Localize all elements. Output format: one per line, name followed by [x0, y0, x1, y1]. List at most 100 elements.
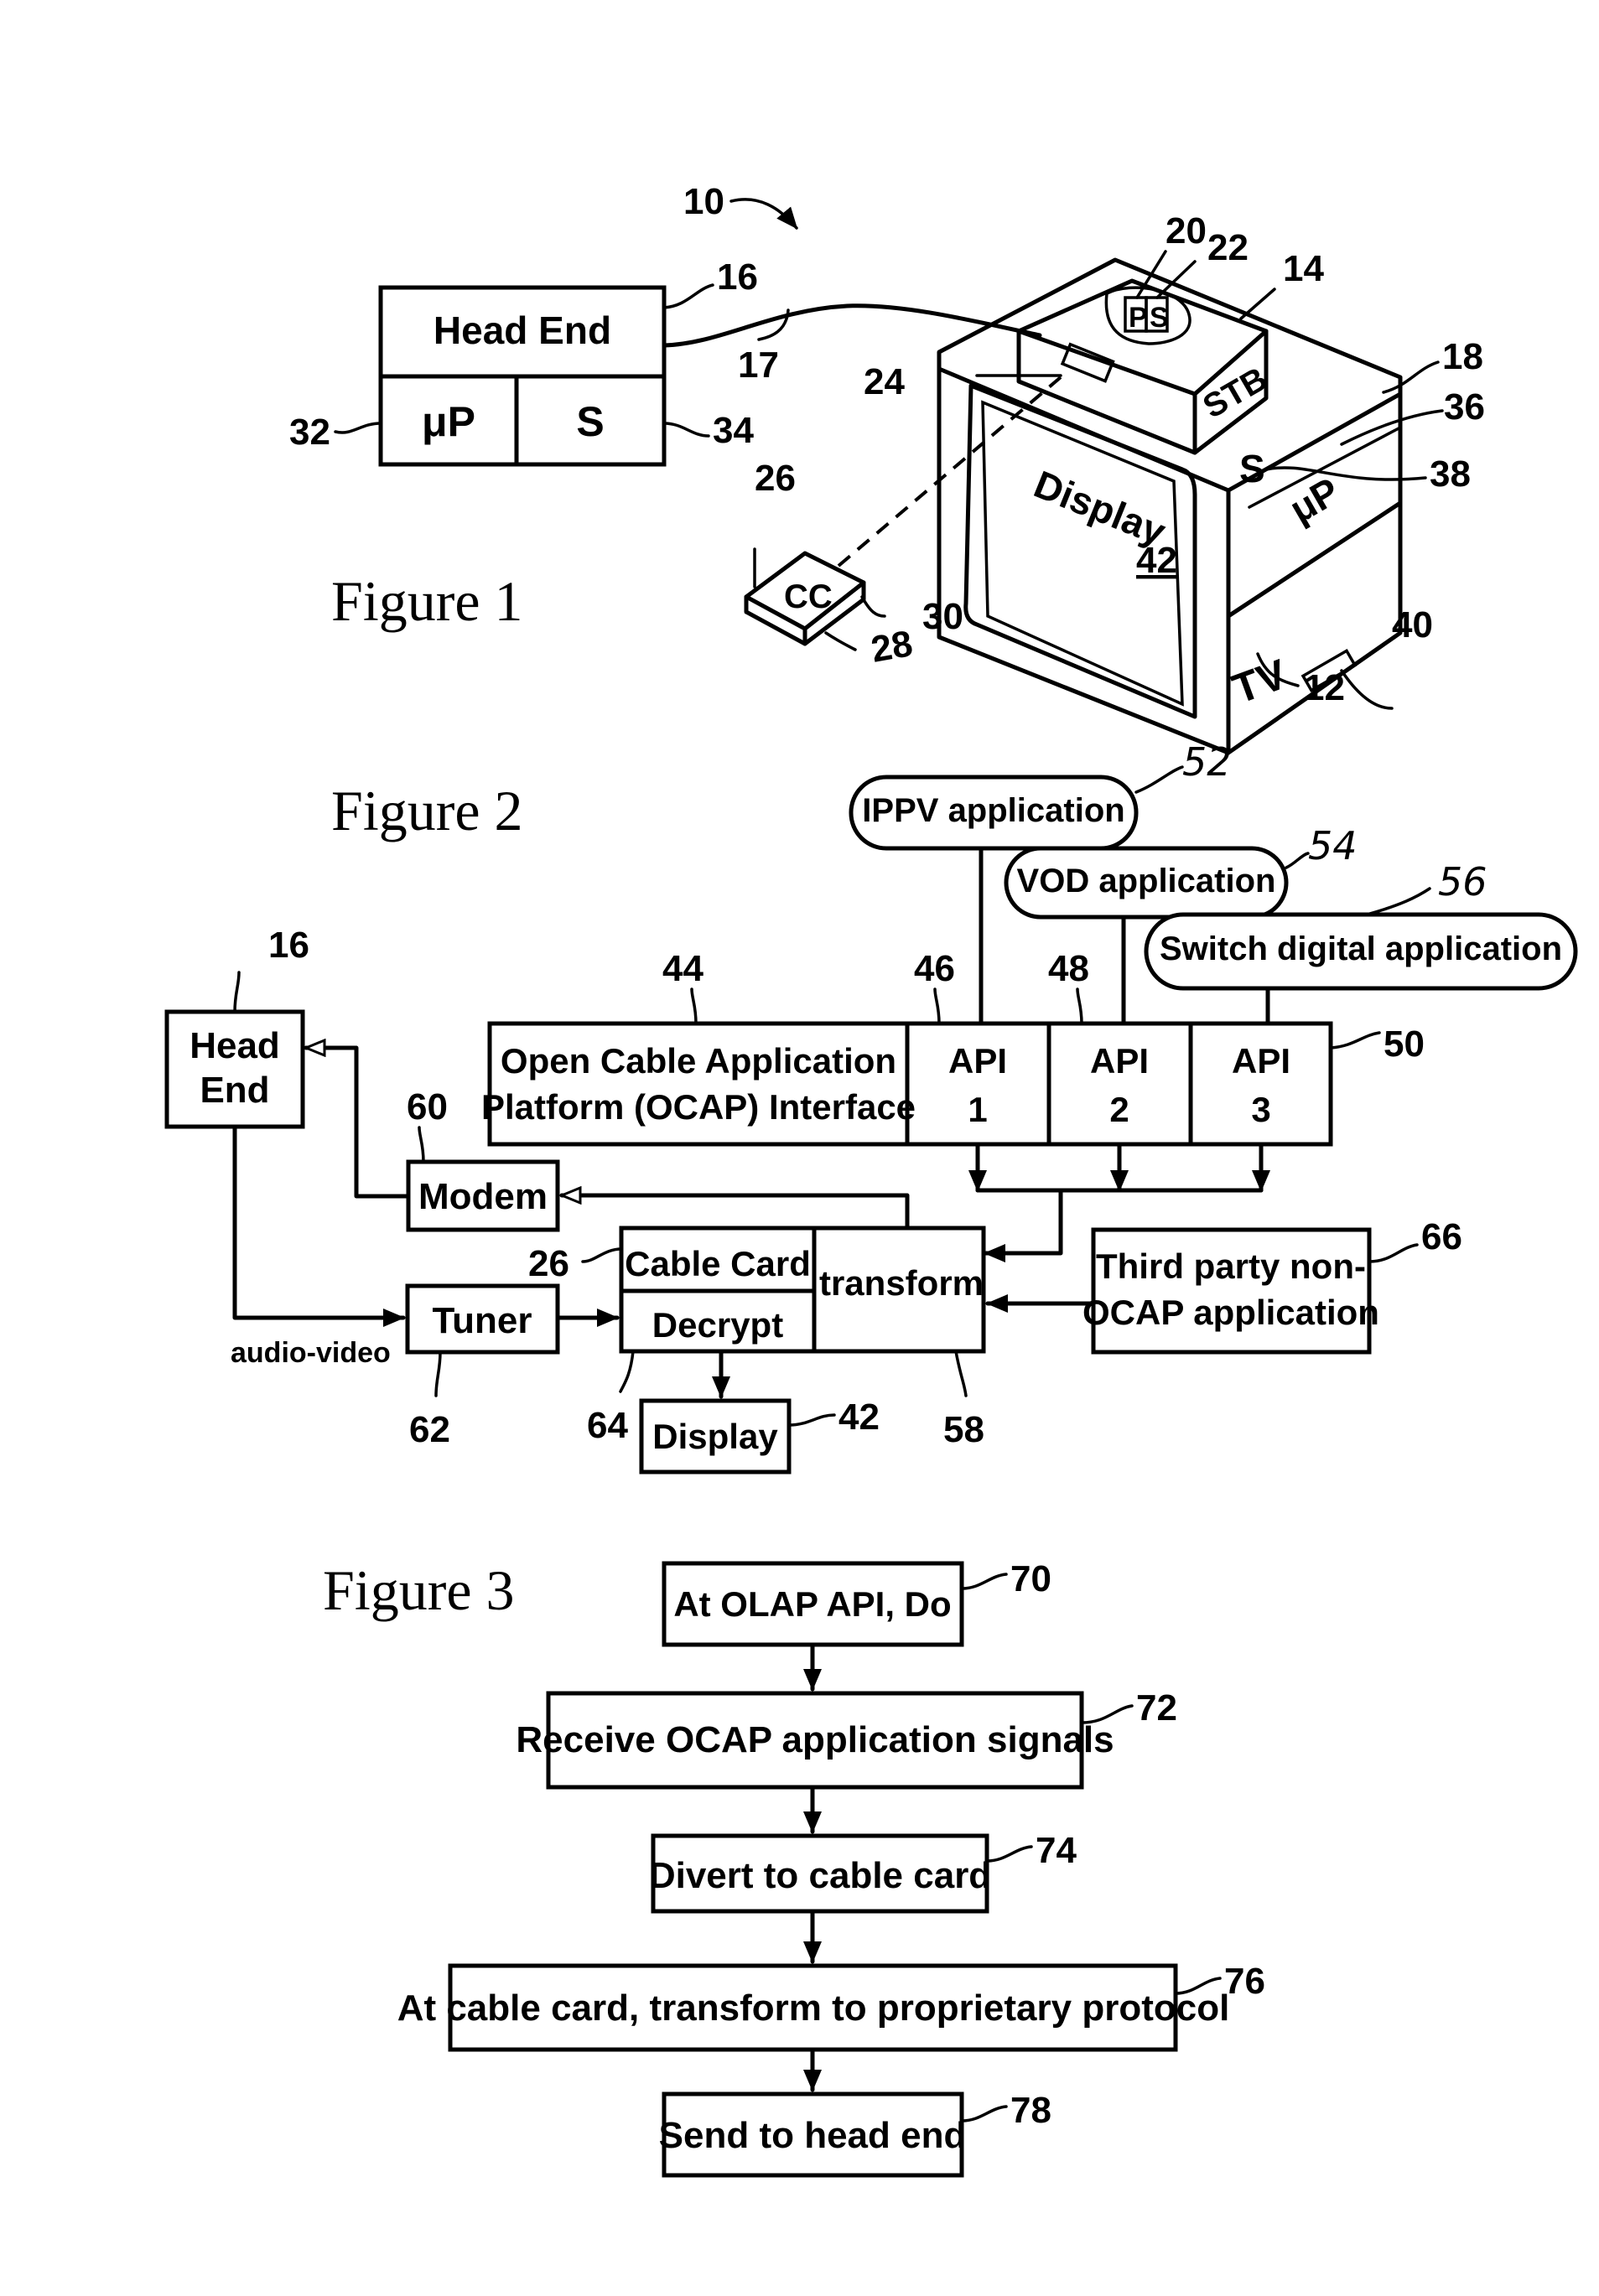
cable-card-label: Cable Card — [625, 1244, 811, 1283]
app-vod: VOD application — [1004, 846, 1289, 920]
ref-72: 72 — [1136, 1687, 1177, 1728]
ref-70: 70 — [1010, 1558, 1051, 1599]
ocap-line2: Platform (OCAP) Interface — [481, 1087, 916, 1127]
cable-card-label: CC — [784, 578, 833, 615]
ref-34: 34 — [713, 410, 754, 451]
fig2-head-end: Head End — [164, 1009, 305, 1129]
fig2-display: Display — [639, 1398, 792, 1475]
figure-1-caption: Figure 1 — [331, 569, 523, 633]
stb-p-label: P — [1129, 302, 1148, 334]
modem: Modem — [406, 1159, 560, 1232]
step-70: At OLAP API, Do — [662, 1561, 964, 1647]
api-1-label: API — [948, 1041, 1007, 1081]
ref-48: 48 — [1048, 948, 1089, 989]
patent-drawing-sheet: Figure 1 10 Head End μP S 16 32 34 17 Di… — [164, 181, 1578, 2178]
step-70-label: At OLAP API, Do — [673, 1584, 951, 1624]
tv-storage: S — [1239, 447, 1265, 490]
step-74-label: Divert to cable card — [649, 1855, 991, 1896]
audio-video-label: audio-video — [231, 1337, 391, 1369]
ref-76: 76 — [1224, 1961, 1265, 2002]
step-76-label: At cable card, transform to proprietary … — [397, 1988, 1230, 2029]
ref-56: 56 — [1438, 859, 1487, 904]
fig2-ref-16: 16 — [268, 925, 309, 966]
tuner: Tuner — [405, 1283, 560, 1355]
app-switch-digital: Switch digital application — [1144, 912, 1578, 991]
ref-38: 38 — [1430, 453, 1471, 495]
figure-2: Figure 2 IPPV application 52 VOD applica… — [164, 739, 1578, 1475]
figure-2-caption: Figure 2 — [331, 779, 523, 842]
ref-14: 14 — [1283, 248, 1324, 289]
fig1-head-end: Head End μP S — [378, 285, 667, 467]
ocap-interface: Open Cable Application Platform (OCAP) I… — [481, 1021, 1333, 1147]
ref-24: 24 — [864, 361, 905, 402]
app-ippv-label: IPPV application — [862, 792, 1124, 829]
ref-64: 64 — [587, 1405, 628, 1446]
set-top-box: P S STB — [1016, 278, 1274, 455]
api-3-number: 3 — [1251, 1090, 1270, 1129]
ref-17: 17 — [738, 345, 779, 386]
figure-1: Figure 1 10 Head End μP S 16 32 34 17 Di… — [289, 181, 1485, 755]
fig2-ref-42: 42 — [838, 1397, 880, 1438]
fig2-cable-card-module: Cable Card Decrypt transform — [619, 1226, 986, 1354]
api-3-label: API — [1232, 1041, 1290, 1081]
fig2-head-end-line1: Head — [189, 1025, 280, 1066]
ref-54: 54 — [1308, 823, 1358, 868]
display-ref: 42 — [1136, 540, 1177, 581]
stb-label: STB — [1197, 360, 1274, 426]
tv-processor: μP — [1282, 469, 1347, 531]
ref-26: 26 — [755, 458, 796, 499]
step-76: At cable card, transform to proprietary … — [397, 1963, 1230, 2052]
app-ippv: IPPV application — [849, 775, 1139, 851]
ref-50: 50 — [1384, 1024, 1425, 1065]
fig2-display-label: Display — [652, 1417, 778, 1456]
ref-22: 22 — [1207, 227, 1249, 268]
head-end-title: Head End — [433, 308, 611, 352]
ref-74: 74 — [1036, 1830, 1077, 1871]
ref-12: 12 — [1304, 667, 1345, 708]
ref-40-label: 40 — [1392, 604, 1433, 645]
figure-3: Figure 3 At OLAP API, Do 70 Receive OCAP… — [323, 1558, 1265, 2178]
step-78-label: Send to head end — [659, 2115, 967, 2156]
ref-44: 44 — [662, 948, 703, 989]
head-end-processor: μP — [422, 398, 475, 445]
ref-16: 16 — [717, 257, 758, 298]
ref-28: 28 — [868, 623, 916, 671]
ref-10: 10 — [683, 181, 724, 222]
tuner-label: Tuner — [433, 1300, 532, 1341]
ref-46: 46 — [914, 948, 955, 989]
fig2-head-end-line2: End — [200, 1070, 269, 1111]
step-78: Send to head end — [659, 2091, 967, 2178]
ref-52: 52 — [1182, 739, 1232, 785]
head-end-storage: S — [576, 398, 604, 445]
ref-32: 32 — [289, 412, 330, 453]
step-72: Receive OCAP application signals — [516, 1691, 1114, 1790]
api-2-label: API — [1090, 1041, 1149, 1081]
app-vod-label: VOD application — [1017, 863, 1276, 899]
ref-30: 30 — [922, 596, 963, 637]
ocap-line1: Open Cable Application — [501, 1041, 896, 1081]
third-party-app: Third party non- OCAP application — [1082, 1227, 1379, 1355]
step-72-label: Receive OCAP application signals — [516, 1719, 1114, 1760]
stb-s-label: S — [1150, 302, 1169, 334]
transform-label: transform — [819, 1263, 984, 1303]
ref-78: 78 — [1010, 2090, 1051, 2131]
fig1-cable-card: CC — [744, 551, 866, 646]
cable-link — [662, 303, 1042, 348]
ref-58: 58 — [943, 1409, 984, 1450]
app-switch-digital-label: Switch digital application — [1160, 930, 1562, 967]
ref-20: 20 — [1166, 210, 1207, 251]
ref-66: 66 — [1421, 1216, 1462, 1257]
fig2-ref-26: 26 — [528, 1243, 569, 1284]
third-party-line2: OCAP application — [1082, 1293, 1379, 1332]
ref-18: 18 — [1442, 336, 1483, 377]
ref-60: 60 — [407, 1086, 448, 1127]
decrypt-label: Decrypt — [652, 1305, 783, 1345]
api-2-number: 2 — [1109, 1090, 1129, 1129]
ref-62: 62 — [409, 1409, 450, 1450]
modem-label: Modem — [418, 1176, 548, 1217]
figure-3-caption: Figure 3 — [323, 1558, 515, 1622]
ref-36: 36 — [1444, 386, 1485, 428]
step-74: Divert to cable card — [649, 1833, 991, 1914]
api-1-number: 1 — [968, 1090, 987, 1129]
ref-10-arrow — [729, 198, 798, 230]
